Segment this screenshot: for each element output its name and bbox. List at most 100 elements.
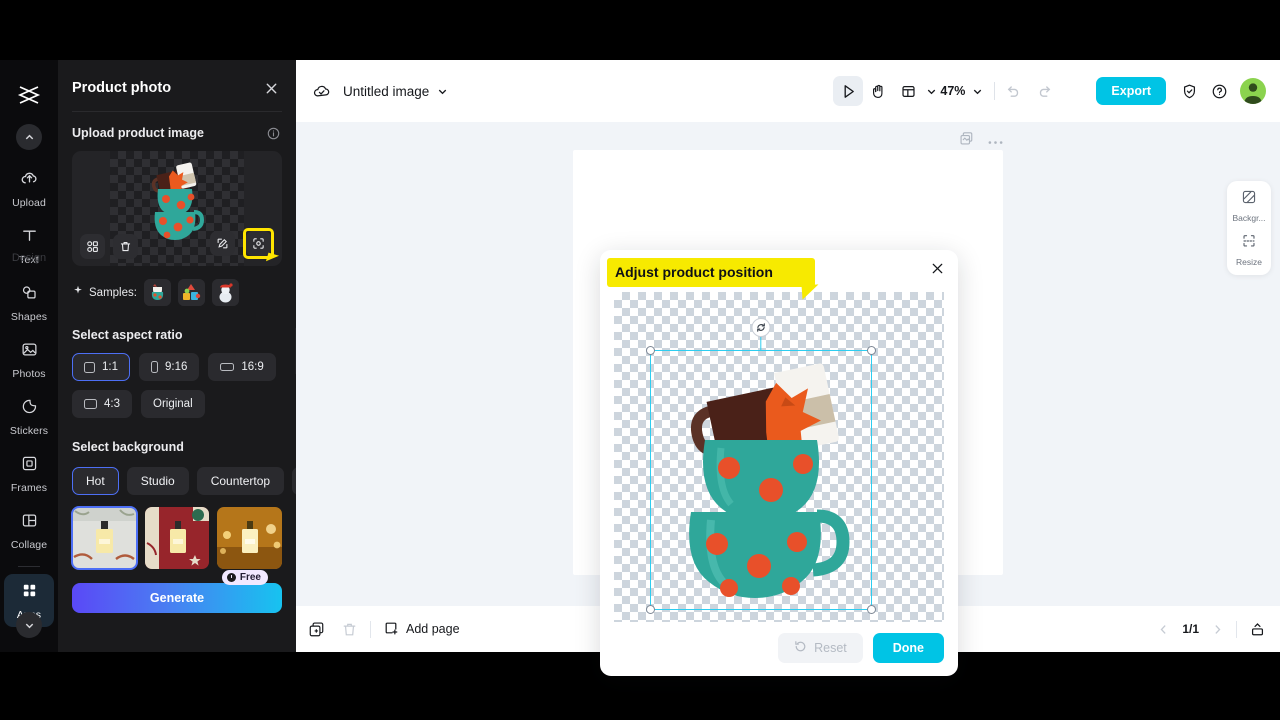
done-button[interactable]: Done bbox=[872, 633, 944, 663]
background-thumbnails bbox=[58, 495, 296, 570]
rail-divider bbox=[18, 566, 40, 567]
background-button[interactable]: Backgr... bbox=[1232, 189, 1266, 223]
sidebar-item-collage[interactable]: Collage bbox=[4, 504, 54, 557]
chip-label: 1:1 bbox=[102, 361, 118, 373]
product-thumbnail bbox=[145, 159, 209, 250]
square-icon bbox=[84, 361, 95, 373]
aspect-ratio-1-1[interactable]: 1:1 bbox=[72, 353, 130, 381]
bg-tab-countertop[interactable]: Countertop bbox=[196, 467, 285, 495]
resize-handle-top-right[interactable] bbox=[867, 346, 876, 355]
sample-thumb-cup[interactable] bbox=[143, 279, 171, 306]
edit-image-button[interactable] bbox=[210, 231, 235, 256]
replace-image-button[interactable] bbox=[80, 234, 105, 259]
resize-icon bbox=[1241, 233, 1257, 254]
portrait-icon bbox=[151, 361, 158, 373]
select-tool-button[interactable] bbox=[833, 76, 864, 106]
close-icon[interactable] bbox=[264, 81, 279, 96]
document-title[interactable]: Untitled image bbox=[343, 84, 429, 99]
product-image-preview[interactable] bbox=[72, 151, 282, 266]
badge-label: Free bbox=[239, 572, 261, 583]
app-logo-icon bbox=[14, 80, 44, 110]
aspect-ratio-16-9[interactable]: 16:9 bbox=[208, 353, 276, 381]
collage-icon bbox=[20, 511, 39, 535]
resize-handle-top-left[interactable] bbox=[646, 346, 655, 355]
chip-label: 9:16 bbox=[165, 361, 188, 373]
close-icon[interactable] bbox=[930, 261, 945, 276]
chip-label: Original bbox=[153, 398, 193, 410]
section-title: Upload product image bbox=[72, 126, 204, 140]
add-page-button[interactable]: Add page bbox=[383, 620, 460, 639]
generate-button[interactable]: Generate bbox=[72, 583, 282, 613]
adjust-position-button[interactable] bbox=[246, 231, 271, 256]
shield-check-icon[interactable] bbox=[1174, 76, 1204, 106]
rail-scroll-down-button[interactable] bbox=[16, 612, 42, 638]
duplicate-icon[interactable] bbox=[959, 131, 974, 151]
sidebar-item-stickers[interactable]: Stickers bbox=[4, 390, 54, 443]
photos-icon bbox=[20, 340, 39, 364]
top-toolbar: Untitled image 47% Export bbox=[296, 60, 1280, 122]
next-page-icon[interactable] bbox=[1211, 623, 1224, 636]
delete-image-button[interactable] bbox=[113, 234, 138, 259]
delete-page-icon[interactable] bbox=[341, 621, 358, 638]
aspect-ratio-9-16[interactable]: 9:16 bbox=[139, 353, 200, 381]
bg-tab-hot[interactable]: Hot bbox=[72, 467, 119, 495]
export-button[interactable]: Export bbox=[1096, 77, 1166, 105]
sample-thumb-snowman[interactable] bbox=[211, 279, 239, 306]
sidebar-item-photos[interactable]: Photos bbox=[4, 333, 54, 386]
resize-handle-bottom-right[interactable] bbox=[867, 605, 876, 614]
redo-icon[interactable] bbox=[1036, 83, 1053, 100]
upload-cloud-icon bbox=[20, 169, 39, 193]
resize-button[interactable]: Resize bbox=[1236, 233, 1262, 267]
sample-thumb-gifts[interactable] bbox=[177, 279, 205, 306]
chevron-down-icon[interactable] bbox=[436, 85, 449, 98]
tab-label: Hot bbox=[86, 474, 105, 488]
free-badge: Free bbox=[221, 570, 268, 585]
expand-panel-icon[interactable] bbox=[1249, 621, 1266, 638]
bg-thumb-snow[interactable] bbox=[71, 506, 138, 570]
rotate-icon[interactable] bbox=[751, 318, 771, 337]
sidebar-label: Stickers bbox=[9, 425, 49, 437]
aspect-ratio-original[interactable]: Original bbox=[141, 390, 205, 418]
layout-chevron-down-icon[interactable] bbox=[925, 85, 938, 98]
avatar[interactable] bbox=[1240, 78, 1266, 104]
bottom-divider bbox=[370, 620, 371, 638]
zoom-chevron-down-icon[interactable] bbox=[971, 85, 984, 98]
more-dots-icon[interactable] bbox=[988, 132, 1003, 150]
sidebar-label: Frames bbox=[10, 482, 48, 494]
sidebar-label: Collage bbox=[10, 539, 48, 551]
product-image bbox=[689, 363, 850, 598]
resize-handle-bottom-left[interactable] bbox=[646, 605, 655, 614]
rail-scroll-up-button[interactable] bbox=[16, 124, 42, 150]
sidebar-item-frames[interactable]: Frames bbox=[4, 447, 54, 500]
image-tools-left bbox=[80, 234, 138, 259]
background-tabs: Hot Studio Countertop C bbox=[58, 454, 296, 495]
duplicate-page-icon[interactable] bbox=[308, 621, 325, 638]
reset-button[interactable]: Reset bbox=[778, 633, 863, 663]
image-tools-right bbox=[210, 228, 280, 265]
bg-tab-studio[interactable]: Studio bbox=[126, 467, 189, 495]
dock-label: Resize bbox=[1236, 257, 1262, 267]
reset-icon bbox=[794, 640, 807, 656]
sidebar-item-shapes[interactable]: Shapes bbox=[4, 276, 54, 329]
bg-thumb-bokeh[interactable] bbox=[217, 507, 283, 569]
canvas-area: Backgr... Resize Adjust product position… bbox=[296, 122, 1280, 676]
hand-tool-button[interactable] bbox=[863, 76, 893, 106]
product-position-stage[interactable] bbox=[614, 292, 944, 622]
product-photo-panel: Product photo Upload product image Sampl… bbox=[58, 60, 296, 652]
rail-items: Upload Text Shapes Photos Stickers Frame… bbox=[0, 162, 58, 627]
layout-tool-button[interactable] bbox=[893, 76, 923, 106]
cloud-saved-icon[interactable] bbox=[312, 82, 331, 101]
wide-icon bbox=[84, 399, 97, 409]
panel-collapse-handle[interactable] bbox=[295, 328, 296, 374]
aspect-ratio-4-3[interactable]: 4:3 bbox=[72, 390, 132, 418]
prev-page-icon[interactable] bbox=[1157, 623, 1170, 636]
sidebar-item-text[interactable]: Text bbox=[4, 219, 54, 272]
help-circle-icon[interactable] bbox=[1204, 76, 1234, 106]
info-icon[interactable] bbox=[267, 127, 280, 140]
page-title: Product photo bbox=[72, 80, 172, 96]
selection-box[interactable] bbox=[646, 318, 876, 614]
bg-thumb-red[interactable] bbox=[144, 507, 210, 569]
undo-icon[interactable] bbox=[1005, 83, 1022, 100]
sidebar-item-upload[interactable]: Upload bbox=[4, 162, 54, 215]
generate-area: Generate Free bbox=[58, 569, 296, 613]
